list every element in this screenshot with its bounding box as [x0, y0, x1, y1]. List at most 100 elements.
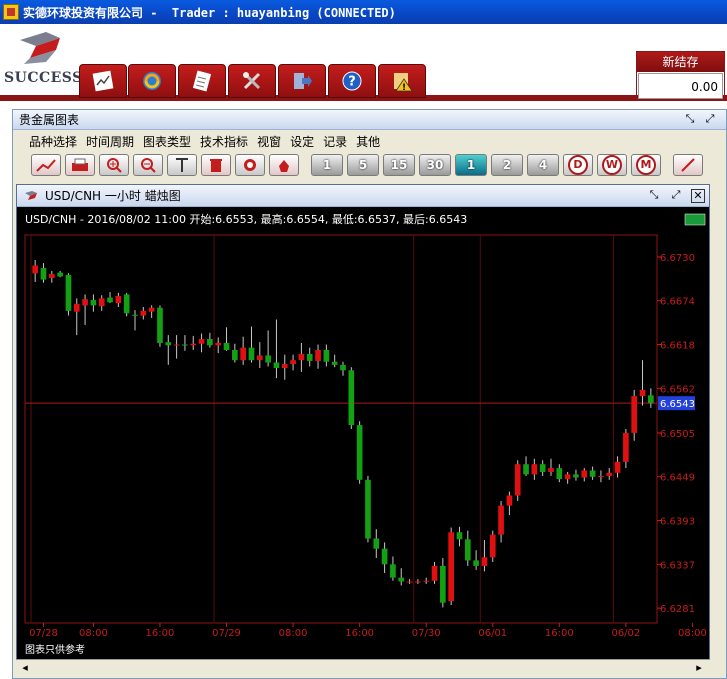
logout-button[interactable]	[278, 64, 326, 98]
menu-indicators[interactable]: 技术指标	[200, 133, 248, 150]
chart-close-icon[interactable]: ✕	[691, 189, 705, 203]
candle-body	[556, 468, 563, 480]
candle-body	[281, 364, 288, 368]
candle-body	[464, 539, 471, 561]
candle-body	[207, 339, 213, 346]
period-1h-button[interactable]: 1	[455, 154, 487, 176]
candle-body	[365, 479, 371, 539]
candle-body	[48, 274, 55, 279]
text-tool-button[interactable]	[167, 154, 197, 176]
menu-symbol-select[interactable]: 品种选择	[29, 133, 77, 150]
eraser-button[interactable]	[235, 154, 265, 176]
chart-maximize-icon[interactable]: ⤢	[669, 189, 683, 203]
refresh-button[interactable]	[128, 64, 176, 98]
orders-button[interactable]	[178, 64, 226, 98]
candle-body	[564, 474, 571, 480]
candle-body	[173, 344, 180, 346]
candle-body	[73, 303, 80, 312]
period-weekly-button[interactable]: W	[597, 154, 627, 176]
period-5m-button[interactable]: 5	[347, 154, 379, 176]
crosshair-button[interactable]	[269, 154, 299, 176]
candle-body	[265, 355, 271, 363]
period-monthly-button[interactable]: M	[631, 154, 661, 176]
menu-records[interactable]: 记录	[323, 133, 347, 150]
x-tick-label: 07/28	[29, 628, 58, 639]
panel-title: 贵金属图表	[19, 113, 80, 127]
scroll-left-icon[interactable]: ◂	[18, 662, 32, 676]
candle-body	[107, 297, 113, 303]
candle-body	[581, 470, 588, 478]
x-tick-label: 16:00	[146, 628, 175, 639]
candle-body	[198, 339, 205, 344]
candle-body	[40, 267, 47, 280]
candlestick-chart[interactable]: USD/CNH - 2016/08/02 11:00 开始:6.6553, 最高…	[17, 208, 709, 660]
candle-body	[606, 472, 613, 476]
period-1m-button[interactable]: 1	[311, 154, 343, 176]
candle-body	[598, 475, 604, 477]
app-icon	[3, 4, 19, 20]
x-tick-label: 08:00	[678, 628, 707, 639]
panel-restore-icon[interactable]: ⤡	[683, 113, 697, 127]
x-tick-label: 06/01	[478, 628, 507, 639]
brand-wordmark: SUCCESS	[4, 70, 83, 86]
horizontal-scrollbar[interactable]: ◂ ▸	[16, 659, 710, 677]
candle-body	[298, 353, 305, 361]
y-tick-label: 6.6393	[660, 517, 695, 528]
panel-titlebar: 贵金属图表 ⤡ ⤢	[13, 110, 726, 130]
chart-footnote: 图表只供参考	[25, 643, 85, 656]
menu-other[interactable]: 其他	[356, 133, 380, 150]
candle-body	[232, 349, 238, 361]
period-2h-button[interactable]: 2	[491, 154, 523, 176]
candle-body	[623, 432, 629, 462]
menu-chart-type[interactable]: 图表类型	[143, 133, 191, 150]
delete-button[interactable]	[201, 154, 231, 176]
candle-body	[631, 396, 638, 433]
x-tick-label: 16:00	[545, 628, 574, 639]
help-button[interactable]: ?	[328, 64, 376, 98]
candle-body	[182, 344, 188, 346]
scroll-right-icon[interactable]: ▸	[692, 662, 706, 676]
text-tool-icon	[176, 158, 188, 172]
candle-body	[223, 342, 230, 350]
candle-body	[140, 310, 147, 316]
print-button[interactable]	[65, 154, 95, 176]
y-tick-label: 6.6562	[660, 384, 695, 395]
zoom-in-button[interactable]	[99, 154, 129, 176]
candle-body	[514, 464, 521, 496]
candle-body	[448, 532, 454, 602]
chart-button[interactable]	[79, 64, 127, 98]
y-tick-label: 6.6337	[660, 560, 695, 571]
period-30m-button[interactable]: 30	[419, 154, 451, 176]
chart-restore-icon[interactable]: ⤡	[647, 189, 661, 203]
x-tick-label: 08:00	[279, 628, 308, 639]
y-tick-label: 6.6618	[660, 341, 695, 352]
period-15m-button[interactable]: 15	[383, 154, 415, 176]
trash-icon	[210, 159, 222, 172]
draw-line-button[interactable]	[673, 154, 703, 176]
period-4h-button[interactable]: 4	[527, 154, 559, 176]
exit-icon	[294, 73, 312, 89]
y-tick-label: 6.6674	[660, 297, 695, 308]
candle-body	[589, 470, 596, 477]
candle-body	[248, 347, 255, 361]
candle-body	[423, 580, 430, 582]
panel-maximize-icon[interactable]: ⤢	[703, 113, 717, 127]
tools-icon	[243, 72, 261, 90]
menubar: 品种选择 时间周期 图表类型 技术指标 视窗 设定 记录 其他	[13, 131, 726, 151]
candle-body	[323, 349, 330, 362]
candle-body	[148, 307, 155, 312]
window-titlebar[interactable]: 实德环球投资有限公司 - Trader : huayanbing (CONNEC…	[0, 0, 727, 24]
menu-settings[interactable]: 设定	[290, 133, 314, 150]
menu-time-period[interactable]: 时间周期	[86, 133, 134, 150]
zoom-out-button[interactable]	[133, 154, 163, 176]
candle-body	[115, 296, 122, 304]
menu-window[interactable]: 视窗	[257, 133, 281, 150]
candle-body	[648, 395, 654, 404]
tools-button[interactable]	[228, 64, 276, 98]
warning-icon: !	[394, 73, 413, 93]
period-daily-button[interactable]: D	[563, 154, 593, 176]
candle-body	[57, 272, 63, 277]
line-chart-button[interactable]	[31, 154, 61, 176]
alert-button[interactable]: !	[378, 64, 426, 98]
chart-window-titlebar: USD/CNH 一小时 蜡烛图 ⤡ ⤢ ✕	[17, 185, 709, 207]
